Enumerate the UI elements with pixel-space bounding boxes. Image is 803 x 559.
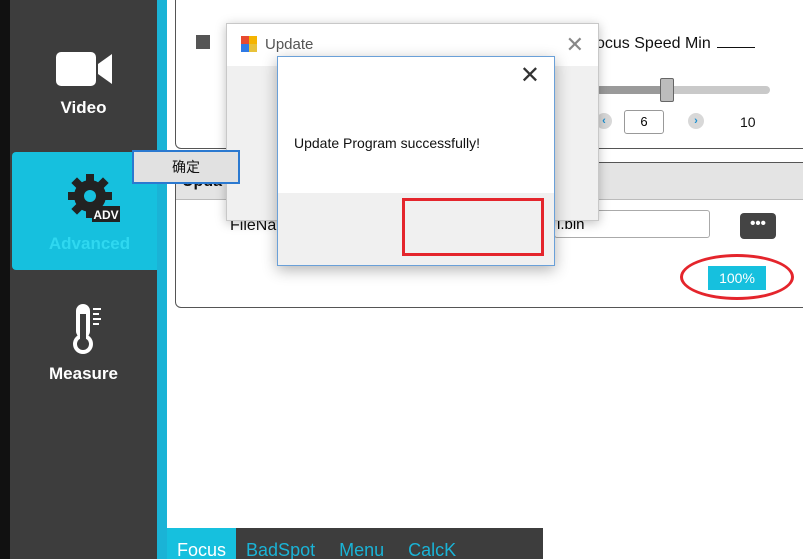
- close-icon[interactable]: ✕: [520, 61, 540, 90]
- video-camera-icon: [55, 52, 112, 86]
- sidebar-item-label: Measure: [49, 364, 118, 383]
- sidebar-item-label: Advanced: [48, 234, 131, 253]
- tab-calck[interactable]: CalcK: [408, 528, 456, 559]
- slider-thumb[interactable]: [660, 78, 674, 102]
- stepper-max-label: 10: [740, 114, 756, 130]
- update-dialog-title: Update: [265, 36, 314, 53]
- sidebar: Video: [10, 0, 157, 559]
- focus-speed-min-label: ocus Speed Min: [596, 35, 755, 53]
- enable-checkbox[interactable]: [196, 35, 210, 49]
- ok-button-highlight-annotation: [402, 198, 544, 256]
- bottom-tabs: Focus BadSpot Menu CalcK: [167, 528, 543, 559]
- thermometer-icon: [72, 304, 101, 354]
- increment-button[interactable]: ›: [688, 113, 704, 129]
- sidebar-accent-line: [157, 0, 167, 559]
- window-edge: [0, 0, 10, 559]
- sidebar-item-label: Video: [60, 98, 107, 117]
- ok-button[interactable]: 确定: [132, 150, 240, 184]
- close-icon[interactable]: ✕: [566, 32, 584, 58]
- browse-button[interactable]: •••: [740, 213, 776, 239]
- progress-highlight-annotation: [680, 254, 794, 300]
- focus-speed-slider[interactable]: [596, 86, 770, 94]
- tab-badspot[interactable]: BadSpot: [246, 528, 315, 559]
- sidebar-item-video[interactable]: Video: [10, 38, 157, 148]
- gear-adv-icon: ADV: [67, 174, 120, 222]
- sidebar-item-measure[interactable]: Measure: [10, 296, 157, 406]
- tab-focus[interactable]: Focus: [167, 528, 237, 559]
- svg-text:ADV: ADV: [93, 208, 118, 222]
- success-message: Update Program successfully!: [294, 135, 480, 151]
- stepper-value[interactable]: 6: [624, 110, 664, 134]
- app-window-icon: [241, 36, 257, 52]
- tab-menu[interactable]: Menu: [339, 528, 384, 559]
